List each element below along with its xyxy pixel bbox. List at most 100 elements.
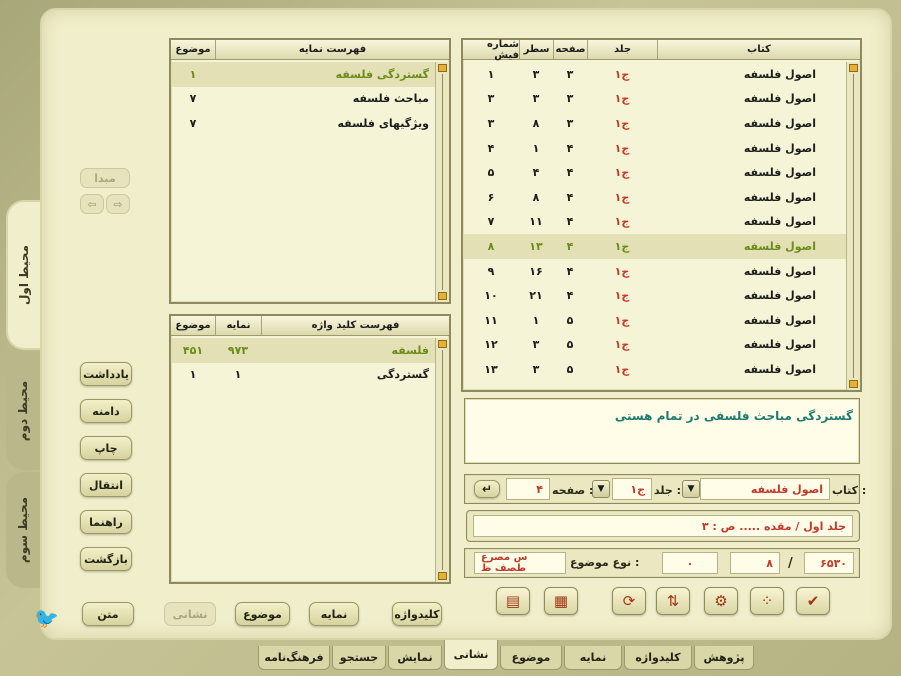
reference-box: جلد اول / مقده ..... ص : ۳ — [466, 510, 860, 542]
cell-line: ۱۶ — [529, 264, 543, 278]
keyword-button[interactable]: کلیدواژه — [392, 602, 442, 626]
keyword-scrollbar[interactable] — [435, 338, 449, 582]
vol-dropdown-icon[interactable]: ▼ — [592, 480, 610, 498]
keyword-list-header: فهرست کلید واژه نمایه موضوع — [171, 316, 449, 336]
sort-icon[interactable]: ⇅ — [656, 587, 690, 615]
table-row[interactable]: اصول فلسفه ج۱ ۳ ۸ ۳ — [463, 111, 846, 136]
table-row[interactable]: اصول فلسفه ج۱ ۴ ۱۶ ۹ — [463, 259, 846, 284]
copy-icon[interactable]: ▤ — [496, 587, 530, 615]
cell-page: ۳ — [566, 116, 574, 130]
col-index-title: فهرست نمایه — [215, 40, 449, 59]
tab-display[interactable]: نمایش — [388, 646, 442, 670]
tab-label: محیط اول — [17, 245, 31, 305]
tab-index[interactable]: نمایه — [564, 646, 622, 670]
tab-label: محیط دوم — [16, 380, 31, 442]
description-box: گستردگی مباحث فلسفی در تمام هستی — [464, 398, 860, 464]
tab-env-3[interactable]: محیط سوم — [6, 472, 40, 588]
reference-text: جلد اول / مقده ..... ص : ۳ — [473, 515, 853, 537]
total-count: ۶۵۳۰ — [804, 552, 854, 574]
vol-label: جلد : — [654, 484, 682, 497]
list-item[interactable]: مباحث فلسفه ۷ — [171, 87, 435, 112]
cell-vol: ج۱ — [614, 141, 630, 155]
transfer-button[interactable]: انتقال — [80, 473, 132, 497]
dots-icon[interactable]: ⁘ — [750, 587, 784, 615]
table-row[interactable]: اصول فلسفه ج۱ ۵ ۳ ۱۳ — [463, 357, 846, 382]
mabda-button[interactable]: مبدا — [80, 168, 130, 188]
list-icon[interactable]: ▦ — [544, 587, 578, 615]
tab-env-1[interactable]: محیط اول — [6, 200, 40, 350]
table-row[interactable]: اصول فلسفه ج۱ ۴ ۲۱ ۱۰ — [463, 283, 846, 308]
index-subject: ۷ — [189, 116, 197, 130]
col-page: صفحه — [553, 40, 587, 59]
table-row[interactable]: اصول فلسفه ج۱ ۴ ۱۱ ۷ — [463, 210, 846, 235]
index-scrollbar[interactable] — [435, 62, 449, 302]
list-item[interactable]: گستردگی ۱ ۱ — [171, 363, 435, 388]
table-row[interactable]: اصول فلسفه ج۱ ۵ ۳ ۱۲ — [463, 333, 846, 358]
table-row[interactable]: اصول فلسفه ج۱ ۴ ۱۳ ۸ — [463, 234, 846, 259]
keyword-text: گستردگی — [376, 368, 429, 382]
col-vol: جلد — [587, 40, 657, 59]
cell-page: ۴ — [566, 166, 574, 180]
help-button[interactable]: راهنما — [80, 510, 132, 534]
cell-fish: ۱ — [487, 67, 495, 81]
tab-research[interactable]: پژوهش — [694, 646, 754, 670]
current-count[interactable]: ۸ — [730, 552, 780, 574]
list-item[interactable]: گستردگی فلسفه ۱ — [171, 62, 435, 87]
cell-book: اصول فلسفه — [743, 67, 816, 81]
index-list-header: فهرست نمایه موضوع — [171, 40, 449, 60]
page-field[interactable]: ۴ — [506, 478, 550, 500]
col-fish: شماره فیش — [487, 38, 519, 61]
cell-vol: ج۱ — [614, 166, 630, 180]
book-dropdown-icon[interactable]: ▼ — [682, 480, 700, 498]
enter-icon[interactable]: ↵ — [474, 480, 500, 498]
cell-fish: ۱۳ — [484, 362, 498, 376]
address-button[interactable]: نشانی — [164, 602, 216, 626]
cell-fish: ۴ — [487, 141, 495, 155]
cell-fish: ۱۱ — [484, 313, 498, 327]
tab-subject[interactable]: موضوع — [500, 646, 562, 670]
cell-book: اصول فلسفه — [743, 141, 816, 155]
index-subject: ۱ — [189, 67, 197, 81]
cell-page: ۴ — [566, 190, 574, 204]
extra-count: ۰ — [662, 552, 718, 574]
cell-book: اصول فلسفه — [743, 362, 816, 376]
cell-page: ۴ — [566, 239, 574, 253]
cell-fish: ۶ — [487, 190, 495, 204]
vol-field[interactable]: ج۱ — [612, 478, 652, 500]
print-button[interactable]: چاپ — [80, 436, 132, 460]
subject-button[interactable]: موضوع — [235, 602, 290, 626]
check-icon[interactable]: ✔ — [796, 587, 830, 615]
range-button[interactable]: دامنه — [80, 399, 132, 423]
index-button[interactable]: نمایه — [309, 602, 359, 626]
arrow-left-icon[interactable]: ⇦ — [80, 194, 104, 214]
refresh-icon[interactable]: ⟳ — [612, 587, 646, 615]
tab-keyword[interactable]: کلیدواژه — [624, 646, 692, 670]
book-field[interactable]: اصول فلسفه — [700, 478, 830, 500]
fish-scrollbar[interactable] — [846, 62, 860, 390]
cell-page: ۵ — [566, 338, 574, 352]
tab-address[interactable]: نشانی — [444, 640, 498, 670]
cell-book: اصول فلسفه — [743, 338, 816, 352]
table-row[interactable]: اصول فلسفه ج۱ ۵ ۱ ۱۱ — [463, 308, 846, 333]
tab-dictionary[interactable]: فرهنگ‌نامه — [258, 646, 330, 670]
note-button[interactable]: یادداشت — [80, 362, 132, 386]
cell-line: ۳ — [532, 92, 540, 106]
topic-type-field[interactable]: س مصرع طصف ظ — [474, 552, 566, 574]
table-row[interactable]: اصول فلسفه ج۱ ۳ ۳ ۳ — [463, 87, 846, 112]
back-button[interactable]: بازگشت — [80, 547, 132, 571]
tab-search[interactable]: جستجو — [332, 646, 386, 670]
arrow-right-icon[interactable]: ⇨ — [106, 194, 130, 214]
cell-fish: ۸ — [487, 239, 495, 253]
list-item[interactable]: ویژگیهای فلسفه ۷ — [171, 111, 435, 136]
table-row[interactable]: اصول فلسفه ج۱ ۴ ۱ ۴ — [463, 136, 846, 161]
text-button[interactable]: متن — [82, 602, 134, 626]
table-row[interactable]: اصول فلسفه ج۱ ۴ ۸ ۶ — [463, 185, 846, 210]
cell-vol: ج۱ — [614, 92, 630, 106]
table-row[interactable]: اصول فلسفه ج۱ ۴ ۴ ۵ — [463, 160, 846, 185]
table-row[interactable]: اصول فلسفه ج۱ ۳ ۳ ۱ — [463, 62, 846, 87]
tab-env-2[interactable]: محیط دوم — [6, 352, 40, 470]
keyword-index: ۹۷۳ — [227, 343, 249, 357]
cell-line: ۸ — [532, 190, 540, 204]
list-item[interactable]: فلسفه ۹۷۳ ۴۵۱ — [171, 338, 435, 363]
filter-icon[interactable]: ⚙ — [704, 587, 738, 615]
